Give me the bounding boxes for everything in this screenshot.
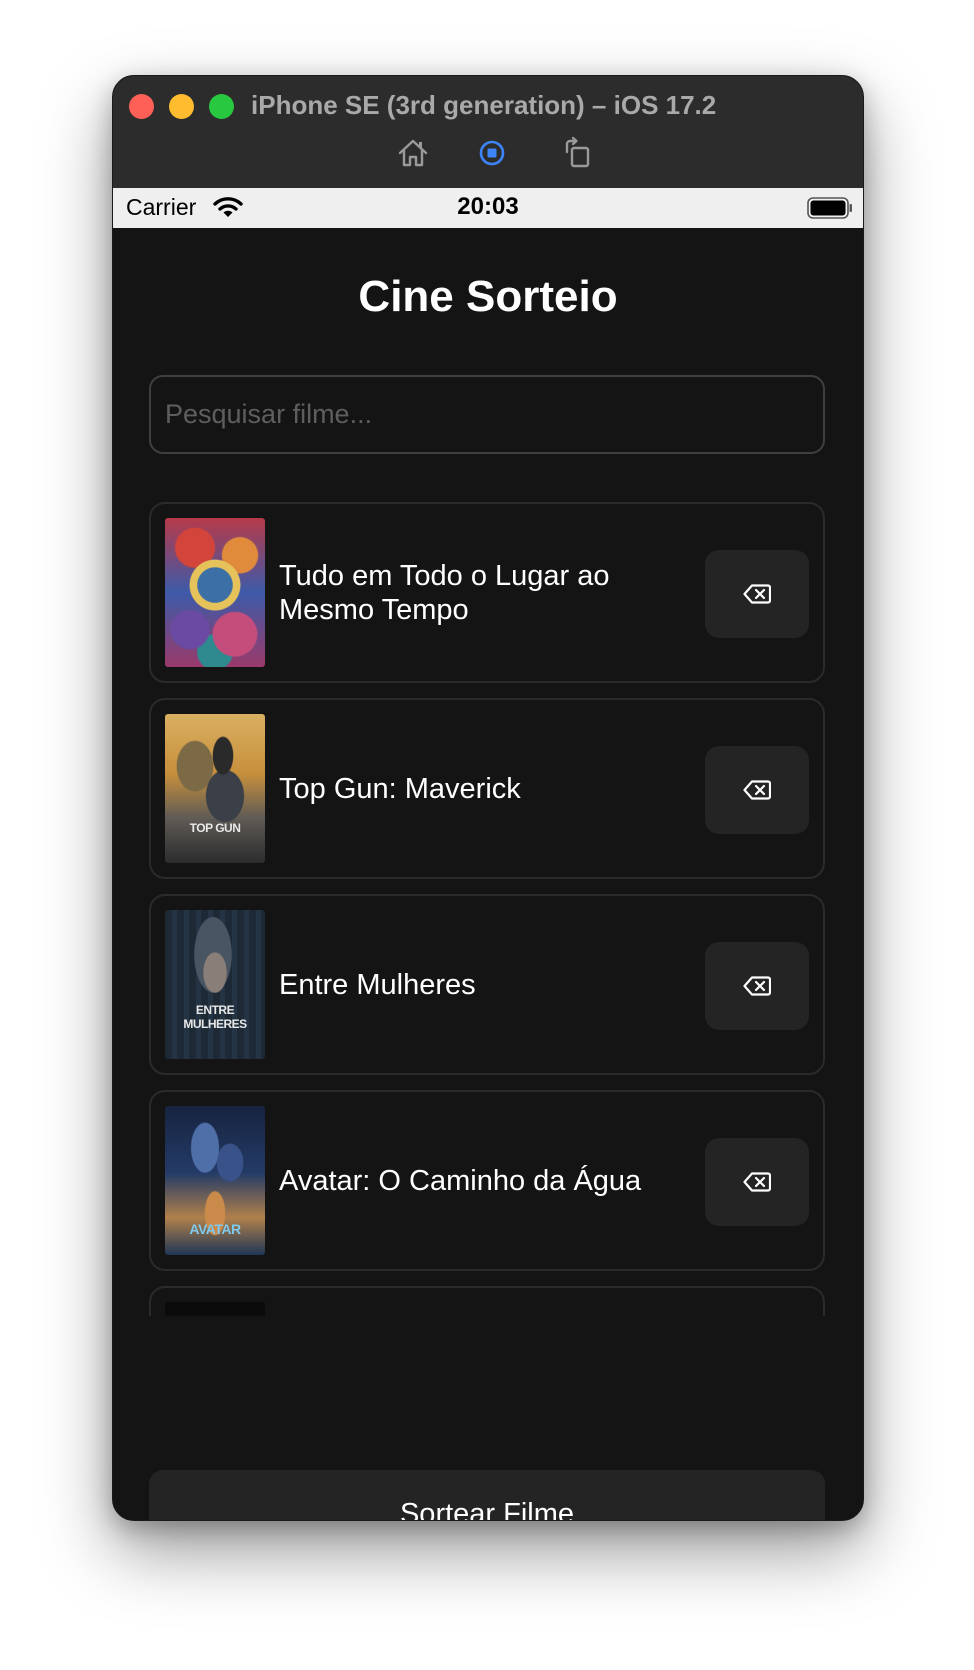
poster-caption: AVATAR	[189, 1221, 241, 1237]
delete-backspace-icon	[743, 976, 771, 996]
window-titlebar: iPhone SE (3rd generation) – iOS 17.2	[113, 76, 863, 188]
movie-poster	[165, 1302, 265, 1316]
delete-backspace-icon	[743, 1172, 771, 1192]
rotate-icon[interactable]	[561, 136, 595, 170]
poster-caption: ENTRE MULHERES	[183, 1003, 247, 1031]
close-window-button[interactable]	[129, 94, 154, 119]
movie-title: Avatar: O Caminho da Água	[279, 1164, 642, 1197]
movie-card[interactable]: Tudo em Todo o Lugar ao Mesmo Tempo	[149, 502, 825, 683]
movie-card[interactable]: ENTRE MULHERES Entre Mulheres	[149, 894, 825, 1075]
movie-title: Tudo em Todo o Lugar ao Mesmo Tempo	[279, 559, 610, 626]
ios-status-bar: Carrier 20:03	[113, 188, 863, 228]
movie-poster	[165, 518, 265, 667]
draw-movie-button[interactable]: Sortear Filme	[149, 1470, 825, 1520]
movie-poster: TOP GUN	[165, 714, 265, 863]
movie-card[interactable]: AVATAR Avatar: O Caminho da Água	[149, 1090, 825, 1271]
delete-movie-button[interactable]	[705, 746, 809, 834]
movie-title: Top Gun: Maverick	[279, 772, 521, 805]
movie-list[interactable]: Tudo em Todo o Lugar ao Mesmo Tempo TOP …	[149, 502, 825, 1316]
zoom-window-button[interactable]	[209, 94, 234, 119]
minimize-window-button[interactable]	[169, 94, 194, 119]
movie-card[interactable]	[149, 1286, 825, 1316]
status-time: 20:03	[457, 193, 519, 220]
delete-movie-button[interactable]	[705, 550, 809, 638]
movie-poster: ENTRE MULHERES	[165, 910, 265, 1059]
home-icon[interactable]	[396, 136, 430, 170]
poster-caption: TOP GUN	[189, 821, 241, 835]
window-title: iPhone SE (3rd generation) – iOS 17.2	[251, 90, 717, 120]
delete-backspace-icon	[743, 584, 771, 604]
delete-movie-button[interactable]	[705, 1138, 809, 1226]
delete-movie-button[interactable]	[705, 942, 809, 1030]
battery-icon	[807, 197, 852, 219]
app-title: Cine Sorteio	[358, 272, 618, 321]
movie-card[interactable]: TOP GUN Top Gun: Maverick	[149, 698, 825, 879]
screenshot-icon[interactable]	[475, 136, 509, 170]
delete-backspace-icon	[743, 780, 771, 800]
simulator-window: iPhone SE (3rd generation) – iOS 17.2 Ca…	[112, 75, 864, 1521]
search-input[interactable]	[149, 375, 825, 454]
movie-poster: AVATAR	[165, 1106, 265, 1255]
app-screen: Cine Sorteio Tudo em Todo o Lugar ao Mes…	[113, 228, 863, 1520]
movie-title: Entre Mulheres	[279, 968, 476, 1001]
